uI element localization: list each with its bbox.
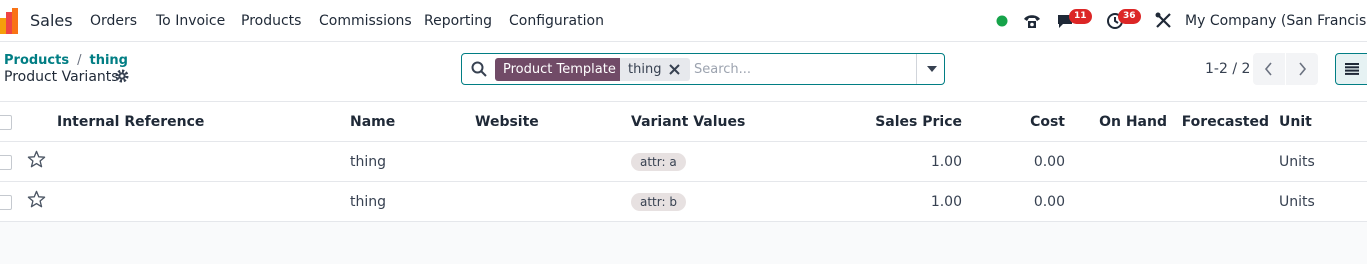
search-input[interactable] — [694, 58, 914, 81]
cell-name: thing — [350, 194, 387, 210]
table-row[interactable]: thing attr: b 1.00 0.00 Units — [0, 182, 1367, 222]
row-checkbox[interactable] — [0, 155, 12, 170]
column-website[interactable]: Website — [475, 114, 539, 130]
select-all-checkbox[interactable] — [0, 115, 12, 130]
column-internal-reference[interactable]: Internal Reference — [57, 114, 204, 130]
menu-configuration[interactable]: Configuration — [509, 13, 604, 29]
search-facet-label: Product Template — [495, 58, 624, 81]
close-icon[interactable] — [668, 63, 681, 76]
column-forecasted[interactable]: Forecasted — [1175, 114, 1269, 130]
pager-previous-button[interactable] — [1253, 53, 1285, 85]
table-header: Internal Reference Name Website Variant … — [0, 102, 1367, 142]
column-name[interactable]: Name — [350, 114, 395, 130]
column-variant-values[interactable]: Variant Values — [631, 114, 745, 130]
menu-commissions[interactable]: Commissions — [319, 13, 412, 29]
phone-icon[interactable] — [1023, 12, 1041, 30]
presence-status-icon — [996, 15, 1008, 27]
list-view-button[interactable] — [1335, 53, 1367, 85]
menu-reporting[interactable]: Reporting — [424, 13, 492, 29]
table-row[interactable]: thing attr: a 1.00 0.00 Units — [0, 142, 1367, 182]
cell-sales-price: 1.00 — [930, 194, 962, 210]
column-sales-price[interactable]: Sales Price — [842, 114, 962, 130]
column-on-hand[interactable]: On Hand — [1077, 114, 1167, 130]
breadcrumb-products[interactable]: Products — [4, 53, 69, 68]
company-switcher[interactable]: My Company (San Francisco) — [1185, 13, 1367, 29]
cell-unit: Units — [1279, 154, 1315, 170]
top-navbar: Sales Orders To Invoice Products Commiss… — [0, 0, 1367, 42]
column-cost[interactable]: Cost — [975, 114, 1065, 130]
menu-orders[interactable]: Orders — [90, 13, 137, 29]
control-panel: Products / thing Product Variants Product … — [0, 42, 1367, 102]
row-checkbox[interactable] — [0, 195, 12, 210]
menu-to-invoice[interactable]: To Invoice — [156, 13, 225, 29]
pager-next-button[interactable] — [1286, 53, 1318, 85]
breadcrumb: Products / thing — [4, 53, 128, 68]
chevron-left-icon — [1264, 62, 1272, 76]
activities-badge: 36 — [1118, 9, 1141, 24]
breadcrumb-separator: / — [77, 53, 82, 68]
search-bar: Product Template thing — [461, 53, 945, 85]
search-options-toggle[interactable] — [916, 54, 945, 84]
caret-down-icon — [927, 66, 937, 72]
column-unit[interactable]: Unit — [1279, 114, 1312, 130]
sales-app-icon[interactable] — [0, 8, 22, 34]
cell-unit: Units — [1279, 194, 1315, 210]
product-variants-list: Internal Reference Name Website Variant … — [0, 102, 1367, 222]
app-name[interactable]: Sales — [30, 11, 73, 30]
menu-products[interactable]: Products — [241, 13, 301, 29]
gear-icon[interactable] — [115, 69, 129, 83]
star-icon[interactable] — [27, 190, 46, 209]
star-icon[interactable] — [27, 150, 46, 169]
cell-name: thing — [350, 154, 387, 170]
variant-value-tag: attr: a — [631, 153, 686, 171]
list-view-icon — [1345, 63, 1359, 75]
cell-sales-price: 1.00 — [930, 154, 962, 170]
pager-value[interactable]: 1-2 / 2 — [1205, 61, 1250, 77]
page-title: Product Variants — [4, 69, 119, 85]
cell-cost: 0.00 — [1033, 154, 1065, 170]
cell-cost: 0.00 — [1033, 194, 1065, 210]
chevron-right-icon — [1299, 62, 1307, 76]
breadcrumb-thing[interactable]: thing — [89, 53, 128, 68]
debug-tools-icon[interactable] — [1155, 12, 1172, 29]
messages-badge: 11 — [1069, 9, 1092, 24]
variant-value-tag: attr: b — [631, 193, 686, 211]
search-icon[interactable] — [471, 61, 487, 77]
